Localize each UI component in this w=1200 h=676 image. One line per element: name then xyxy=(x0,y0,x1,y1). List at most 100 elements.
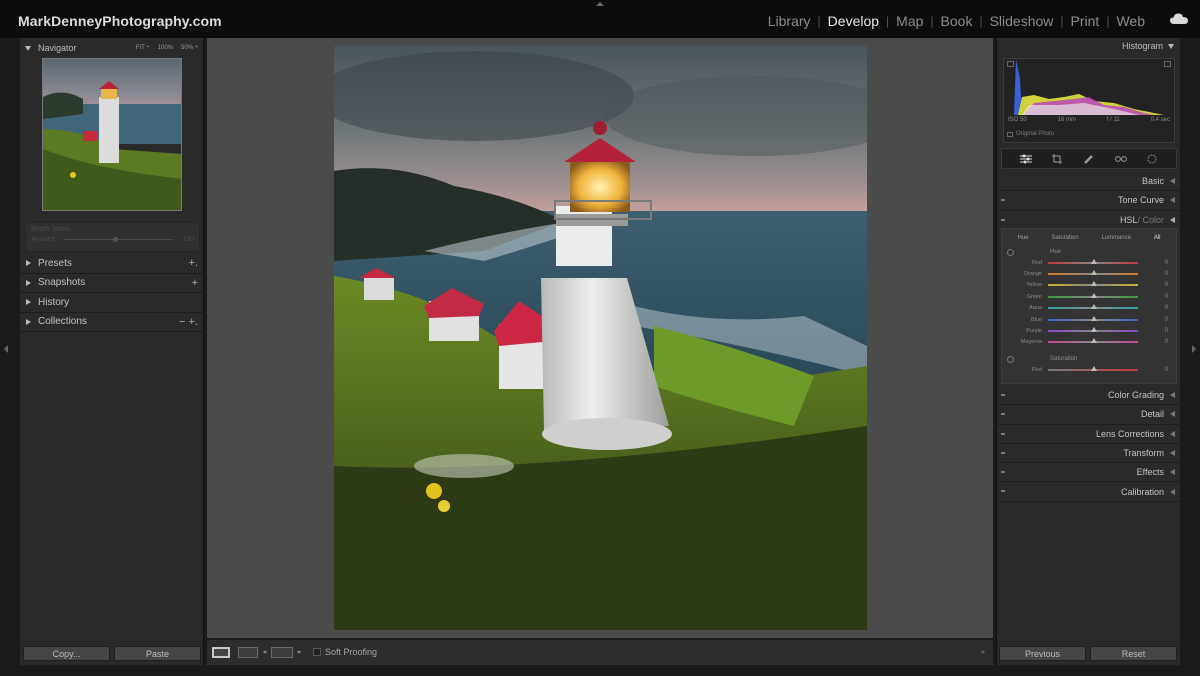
snapshots-panel-header[interactable]: Snapshots + xyxy=(20,274,204,293)
add-collection-icon[interactable]: − +. xyxy=(179,316,198,328)
chevron-down-icon[interactable] xyxy=(297,651,301,654)
module-develop[interactable]: Develop xyxy=(821,13,886,29)
toolbar-menu-icon[interactable] xyxy=(981,651,985,654)
panel-switch-icon[interactable] xyxy=(1001,451,1005,454)
slider-thumb[interactable] xyxy=(1091,327,1097,333)
color-grading-section-header[interactable]: Color Grading xyxy=(997,386,1181,406)
highlight-clipping-icon[interactable] xyxy=(1164,61,1171,67)
module-print[interactable]: Print xyxy=(1064,13,1107,29)
slider-label: Magenta xyxy=(1020,339,1042,346)
masking-icon[interactable] xyxy=(1144,153,1160,164)
navigator-preview[interactable] xyxy=(42,58,182,211)
hue-slider[interactable] xyxy=(1048,292,1138,298)
left-panel-toggle-icon[interactable] xyxy=(4,345,8,353)
presets-panel-header[interactable]: Presets +. xyxy=(20,254,204,274)
hue-slider[interactable] xyxy=(1048,304,1138,310)
chevron-down-icon[interactable] xyxy=(263,651,267,654)
slider-thumb[interactable] xyxy=(1091,292,1097,298)
tab-hue[interactable]: Hue xyxy=(1017,235,1028,241)
lens-corrections-section-header[interactable]: Lens Corrections xyxy=(997,425,1181,444)
saturation-red-slider[interactable] xyxy=(1048,365,1138,371)
center-toolbar: Soft Proofing xyxy=(207,640,993,665)
tab-saturation[interactable]: Saturation xyxy=(1051,235,1078,241)
color-label[interactable]: / Color xyxy=(1137,215,1164,225)
paste-button[interactable]: Paste xyxy=(114,646,201,661)
red-eye-icon[interactable] xyxy=(1113,153,1129,164)
module-map[interactable]: Map xyxy=(889,13,930,29)
target-adjust-icon[interactable] xyxy=(1007,356,1014,364)
histogram-header[interactable]: Histogram xyxy=(997,38,1180,54)
panel-switch-icon[interactable] xyxy=(1001,490,1005,493)
hue-slider[interactable] xyxy=(1048,281,1138,287)
shadow-clipping-icon[interactable] xyxy=(1007,61,1014,67)
panel-switch-icon[interactable] xyxy=(1001,394,1005,396)
hue-slider[interactable] xyxy=(1048,327,1138,333)
loupe-view-icon[interactable] xyxy=(212,647,230,658)
slider-value: 0 xyxy=(1164,305,1168,312)
add-snapshot-icon[interactable]: + xyxy=(192,277,198,289)
hue-slider[interactable] xyxy=(1048,315,1138,321)
detail-label: Detail xyxy=(1140,409,1164,420)
shutter-value: 0.4 sec xyxy=(1150,117,1170,123)
slider-thumb[interactable] xyxy=(1091,304,1097,310)
zoom-50[interactable]: 50% ÷ xyxy=(181,45,198,51)
amount-slider[interactable] xyxy=(63,237,174,242)
right-panel-toggle-icon[interactable] xyxy=(1192,345,1196,353)
module-slideshow[interactable]: Slideshow xyxy=(983,13,1061,29)
module-book[interactable]: Book xyxy=(934,13,980,29)
hue-slider[interactable] xyxy=(1048,338,1138,344)
calibration-section-header[interactable]: Calibration xyxy=(997,482,1181,502)
module-web[interactable]: Web xyxy=(1109,13,1152,29)
slider-label: Purple xyxy=(1026,328,1042,335)
hsl-section-header[interactable]: HSL / Color xyxy=(997,211,1181,229)
hue-slider[interactable] xyxy=(1048,270,1138,276)
target-adjust-icon[interactable] xyxy=(1007,249,1014,256)
zoom-100[interactable]: 100% xyxy=(158,45,173,51)
add-preset-icon[interactable]: +. xyxy=(189,257,198,269)
slider-row: Red 0 xyxy=(1002,364,1176,375)
panel-switch-icon[interactable] xyxy=(1001,218,1005,221)
soft-proofing-checkbox[interactable] xyxy=(313,648,321,656)
hue-slider[interactable] xyxy=(1048,258,1138,264)
collections-panel-header[interactable]: Collections − +. xyxy=(20,313,204,332)
panel-switch-icon[interactable] xyxy=(1001,432,1005,435)
navigator-header[interactable]: Navigator FIT ÷ 100% 50% ÷ xyxy=(20,40,203,56)
edit-sliders-icon[interactable] xyxy=(1018,153,1034,164)
tab-luminance[interactable]: Luminance xyxy=(1102,235,1131,241)
hsl-label[interactable]: HSL xyxy=(1120,215,1138,225)
module-library[interactable]: Library xyxy=(761,13,818,29)
slider-thumb[interactable] xyxy=(1091,258,1097,264)
panel-switch-icon[interactable] xyxy=(1001,413,1005,416)
image-canvas xyxy=(207,38,993,638)
copy-button[interactable]: Copy... xyxy=(23,646,110,661)
history-panel-header[interactable]: History xyxy=(20,293,204,313)
slider-thumb[interactable] xyxy=(1091,281,1097,287)
cloud-icon[interactable] xyxy=(1170,13,1188,25)
slider-thumb[interactable] xyxy=(1091,270,1097,276)
slider-thumb[interactable] xyxy=(1091,315,1097,321)
lens-corrections-label: Lens Corrections xyxy=(1095,428,1164,439)
color-grading-label: Color Grading xyxy=(1107,390,1164,401)
slider-thumb[interactable] xyxy=(1091,338,1097,344)
swap-icon[interactable] xyxy=(271,647,293,658)
effects-section-header[interactable]: Effects xyxy=(997,463,1181,483)
tone-curve-section-header[interactable]: Tone Curve xyxy=(997,191,1181,211)
healing-brush-icon[interactable] xyxy=(1081,153,1097,164)
reset-button[interactable]: Reset xyxy=(1090,646,1177,661)
module-bar: MarkDenneyPhotography.com Library | Devel… xyxy=(0,0,1200,38)
tab-all[interactable]: All xyxy=(1154,235,1161,241)
top-panel-toggle-icon[interactable] xyxy=(596,2,604,6)
zoom-fit[interactable]: FIT ÷ xyxy=(136,45,150,51)
transform-section-header[interactable]: Transform xyxy=(997,444,1181,464)
crop-icon[interactable] xyxy=(1049,153,1065,164)
panel-switch-icon[interactable] xyxy=(1001,471,1005,474)
original-photo-checkbox[interactable] xyxy=(1007,131,1013,137)
histogram[interactable]: ISO 50 16 mm f / 11 0.4 sec Original Pho… xyxy=(1003,58,1175,143)
panel-switch-icon[interactable] xyxy=(1001,199,1005,202)
photo-preview[interactable] xyxy=(334,46,867,630)
slider-label: Red xyxy=(1031,259,1042,266)
before-after-view-icon[interactable] xyxy=(238,647,258,658)
detail-section-header[interactable]: Detail xyxy=(997,405,1181,425)
previous-button[interactable]: Previous xyxy=(999,646,1086,661)
basic-section-header[interactable]: Basic xyxy=(997,172,1181,192)
